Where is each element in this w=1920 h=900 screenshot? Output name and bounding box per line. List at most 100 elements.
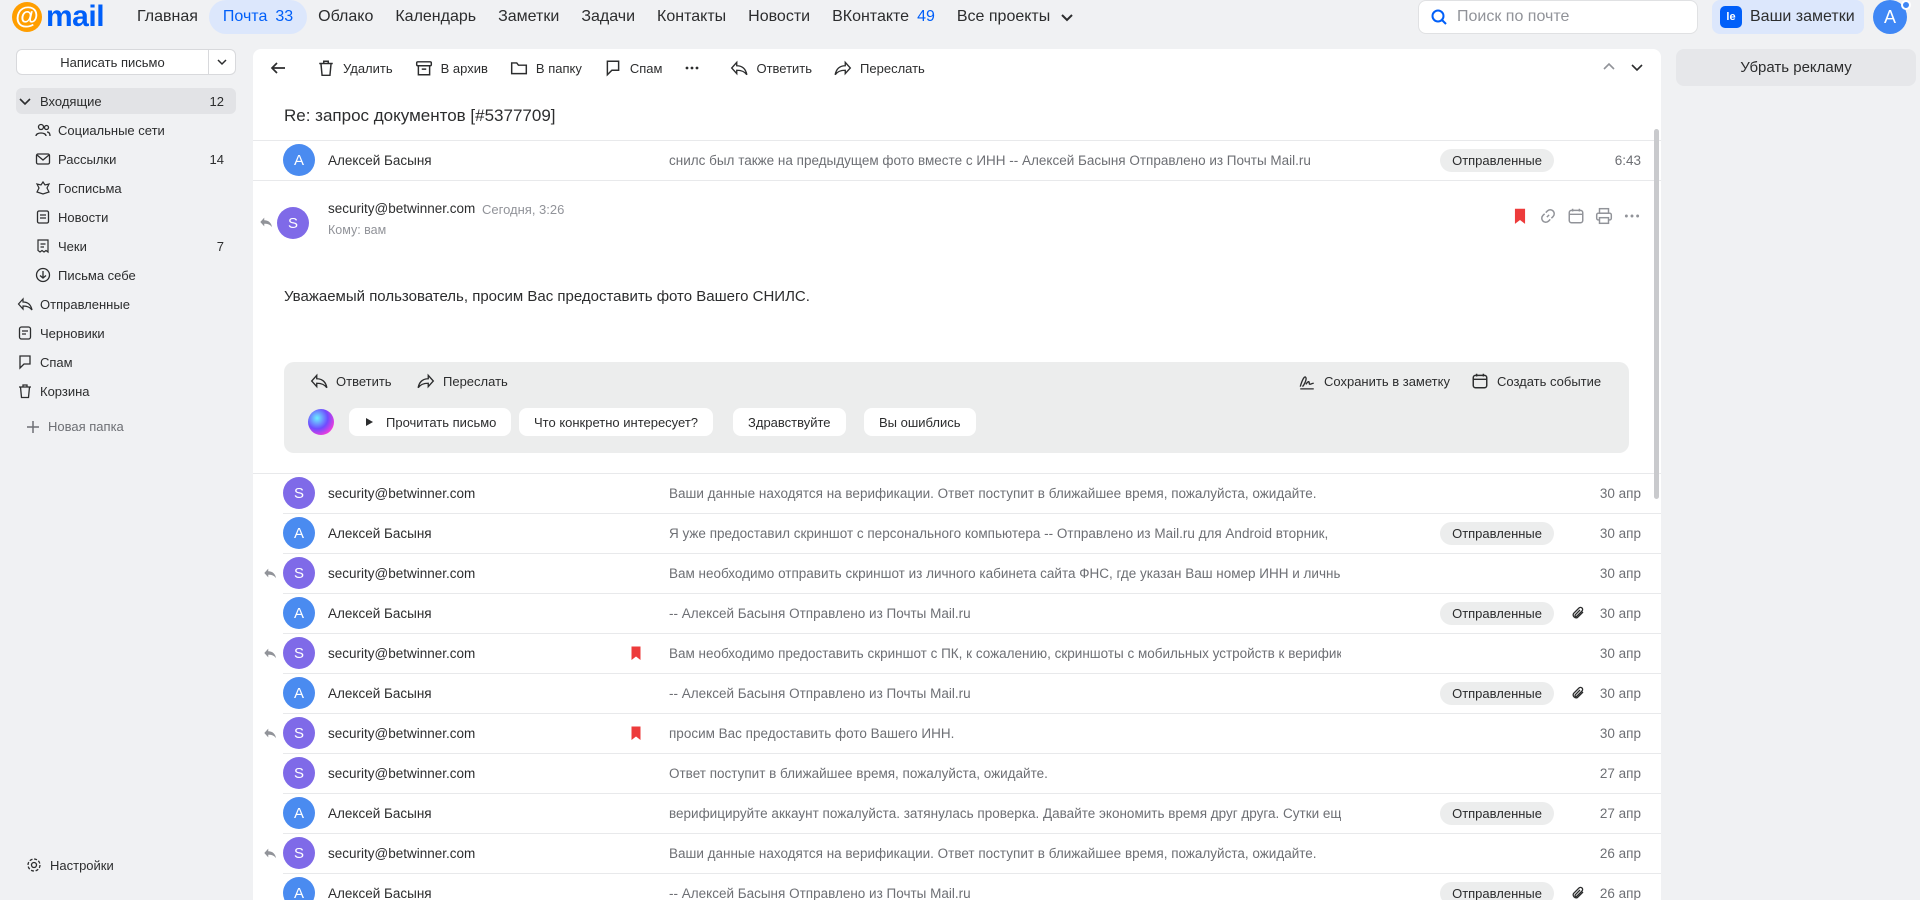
- thread-message-row[interactable]: A Алексей Басыня снилс был также на пред…: [253, 140, 1661, 180]
- delete-button[interactable]: Удалить: [317, 59, 393, 77]
- search-box[interactable]: [1418, 0, 1698, 34]
- nav-count: 33: [275, 8, 294, 25]
- nav-label: Новости: [748, 8, 811, 25]
- more-icon[interactable]: [1623, 207, 1641, 225]
- forward-button[interactable]: Переслать: [834, 59, 925, 77]
- compose-dropdown[interactable]: [209, 57, 235, 67]
- people-icon: [34, 121, 52, 139]
- plus-icon: [27, 420, 39, 433]
- folder-drafts[interactable]: Черновики: [16, 320, 236, 346]
- nav-news[interactable]: Новости: [737, 0, 821, 34]
- thread-message-row[interactable]: Ssecurity@betwinner.com Ваши данные наход…: [253, 833, 1661, 873]
- attachment-icon[interactable]: [1570, 885, 1586, 900]
- more-button[interactable]: [684, 60, 708, 76]
- thread-message-row[interactable]: A Алексей Басыня -- Алексей Басыня Отправл…: [253, 593, 1661, 633]
- sent-tag: Отправленные: [1440, 801, 1554, 825]
- thread-message-row[interactable]: Ssecurity@betwinner.com Вам необходимо от…: [253, 553, 1661, 593]
- attachment-icon[interactable]: [1570, 685, 1586, 701]
- bookmark-flag-icon[interactable]: [1511, 207, 1529, 225]
- back-button[interactable]: [269, 59, 295, 77]
- avatar: A: [283, 877, 315, 900]
- folder-social[interactable]: Социальные сети: [34, 117, 236, 143]
- settings-button[interactable]: Настройки: [26, 857, 114, 873]
- notes-button[interactable]: le Ваши заметки: [1712, 0, 1864, 34]
- save-to-note-button[interactable]: Сохранить в заметку: [1298, 372, 1450, 390]
- create-event-button[interactable]: Создать событие: [1471, 372, 1601, 390]
- smart-reply-chip[interactable]: Что конкретно интересует?: [519, 408, 714, 436]
- nav-vk[interactable]: ВКонтакте 49: [821, 0, 946, 34]
- compose-button[interactable]: Написать письмо: [16, 49, 236, 75]
- archive-button[interactable]: В архив: [415, 59, 488, 77]
- folder-news[interactable]: Новости: [34, 204, 236, 230]
- folder-count: 14: [209, 151, 224, 167]
- folder-label: Отправленные: [40, 296, 130, 312]
- reply-label: Ответить: [756, 60, 813, 76]
- mail-logo[interactable]: @ mail: [12, 2, 105, 32]
- scrollbar[interactable]: [1654, 129, 1659, 499]
- thread-message-row[interactable]: A Алексей Басыня -- Алексей Басыня Отправл…: [253, 673, 1661, 713]
- notification-dot: [1901, 0, 1911, 10]
- thread-message-row[interactable]: A Алексей Басыня верифицируйте аккаунт пож…: [253, 793, 1661, 833]
- message-snippet: Ваши данные находятся на верификации. От…: [669, 845, 1317, 861]
- folder-sent[interactable]: Отправленные: [16, 291, 236, 317]
- bookmark-flag-icon[interactable]: [628, 725, 644, 741]
- folder-self[interactable]: Письма себе: [34, 262, 236, 288]
- smart-reply-chip[interactable]: Вы ошиблись: [864, 408, 976, 436]
- chevron-down-icon[interactable]: [16, 92, 34, 110]
- assistant-orb-icon[interactable]: [308, 409, 334, 435]
- read-letter-button[interactable]: Прочитать письмо: [349, 408, 512, 436]
- chevron-down-icon[interactable]: [1629, 59, 1645, 75]
- nav-mail[interactable]: Почта 33: [208, 0, 308, 34]
- link-icon[interactable]: [1539, 207, 1557, 225]
- message-sender: Алексей Басыня: [328, 805, 432, 821]
- quick-reply-button[interactable]: Ответить: [310, 372, 392, 390]
- nav-cloud[interactable]: Облако: [307, 0, 384, 34]
- remove-ads-button[interactable]: Убрать рекламу: [1676, 49, 1916, 86]
- thread-message-row[interactable]: Ssecurity@betwinner.com Вам необходимо пр…: [253, 633, 1661, 673]
- nav-all-projects[interactable]: Все проекты: [946, 0, 1085, 34]
- folder-label: Чеки: [58, 238, 87, 254]
- folder-receipts[interactable]: Чеки 7: [34, 233, 236, 259]
- nav-label: Почта: [222, 8, 268, 25]
- calendar-icon[interactable]: [1567, 207, 1585, 225]
- folder-trash[interactable]: Корзина: [16, 378, 236, 404]
- nav-contacts[interactable]: Контакты: [646, 0, 737, 34]
- signature-icon: [1299, 376, 1314, 390]
- forward-icon: [417, 373, 435, 389]
- attachment-icon[interactable]: [1570, 605, 1586, 621]
- smart-reply-chip[interactable]: Здравствуйте: [733, 408, 846, 436]
- reply-button[interactable]: Ответить: [730, 59, 812, 77]
- search-input[interactable]: [1457, 8, 1677, 26]
- message-sender: Алексей Басыня: [328, 525, 432, 541]
- folder-gov[interactable]: Госписьма: [34, 175, 236, 201]
- thread-message-row[interactable]: Ssecurity@betwinner.com просим Вас предос…: [253, 713, 1661, 753]
- folder-label: Новости: [58, 209, 109, 225]
- quick-forward-button[interactable]: Переслать: [417, 372, 508, 390]
- open-message-sender[interactable]: security@betwinner.com: [328, 201, 475, 216]
- nav-home[interactable]: Главная: [126, 0, 209, 34]
- folder-newsletters[interactable]: Рассылки 14: [34, 146, 236, 172]
- message-sender: Алексей Басыня: [328, 605, 432, 621]
- folder-spam[interactable]: Спам: [16, 349, 236, 375]
- thread-message-row[interactable]: Ssecurity@betwinner.com Ответ поступит в …: [253, 753, 1661, 793]
- nav-calendar[interactable]: Календарь: [384, 0, 487, 34]
- thread-message-row[interactable]: A Алексей Басыня -- Алексей Басыня Отправл…: [253, 873, 1661, 900]
- print-icon[interactable]: [1595, 207, 1613, 225]
- avatar: A: [283, 517, 315, 549]
- avatar: S: [283, 757, 315, 789]
- spam-button[interactable]: Спам: [604, 59, 662, 77]
- nav-tasks[interactable]: Задачи: [570, 0, 646, 34]
- receipt-icon: [34, 237, 52, 255]
- chevron-up-icon[interactable]: [1601, 59, 1617, 75]
- bookmark-flag-icon[interactable]: [628, 645, 644, 661]
- thread-message-row[interactable]: A Алексей Басыня Я уже предоставил скриншо…: [253, 513, 1661, 553]
- reply-icon: [16, 295, 34, 313]
- thread-message-row[interactable]: Ssecurity@betwinner.com Ваши данные наход…: [253, 473, 1661, 513]
- move-to-folder-button[interactable]: В папку: [510, 59, 582, 77]
- nav-notes[interactable]: Заметки: [487, 0, 570, 34]
- compose-label[interactable]: Написать письмо: [17, 50, 209, 74]
- folder-inbox[interactable]: Входящие 12: [16, 88, 236, 114]
- message-date: 30 апр: [1599, 725, 1641, 741]
- open-message-recipient[interactable]: Кому: вам: [328, 223, 386, 237]
- new-folder-button[interactable]: Новая папка: [26, 419, 124, 434]
